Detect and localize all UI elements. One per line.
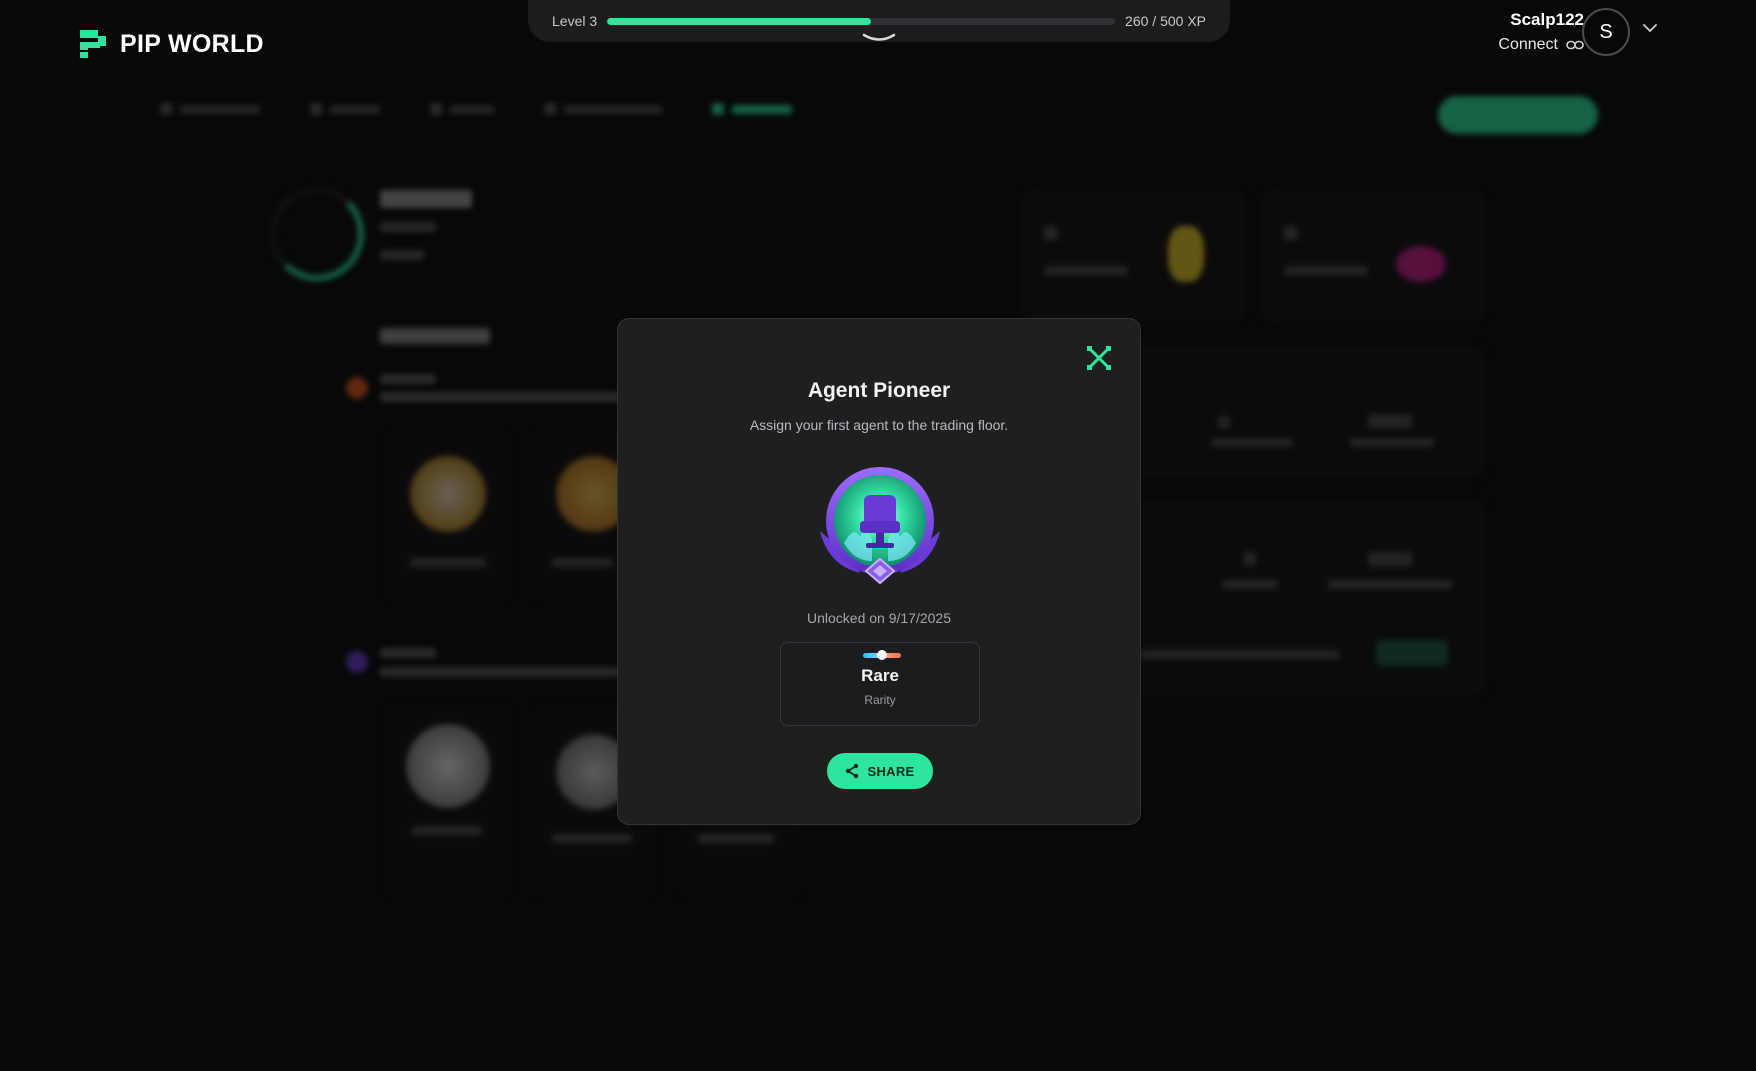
share-icon bbox=[846, 763, 859, 779]
logo[interactable]: PIP WORLD bbox=[78, 28, 264, 60]
share-button[interactable]: SHARE bbox=[827, 753, 933, 789]
xp-count: 260 / 500 XP bbox=[1125, 13, 1206, 29]
rarity-value: Rare bbox=[861, 666, 899, 685]
unlocked-date: Unlocked on 9/17/2025 bbox=[807, 610, 951, 626]
brand-name: PIP WORLD bbox=[120, 29, 264, 58]
chevron-down-icon[interactable] bbox=[1642, 22, 1658, 34]
avatar[interactable]: S bbox=[1582, 8, 1630, 56]
connect-label: Connect bbox=[1498, 36, 1558, 53]
pip-logo-icon bbox=[80, 30, 106, 58]
close-icon bbox=[1087, 346, 1111, 370]
share-label: SHARE bbox=[867, 763, 915, 779]
xp-fill bbox=[607, 17, 872, 25]
agent-chair-badge-icon bbox=[820, 467, 940, 585]
connect-wallet[interactable]: Connect bbox=[1498, 36, 1584, 54]
user-info[interactable]: Scalp122 Connect bbox=[1498, 10, 1584, 54]
rarity-indicator bbox=[877, 650, 887, 660]
xp-level-label: Level 3 bbox=[552, 13, 598, 29]
link-icon bbox=[1566, 40, 1584, 50]
username: Scalp122 bbox=[1510, 10, 1584, 29]
achievement-modal: Agent Pioneer Assign your first agent to… bbox=[617, 318, 1141, 825]
chevron-down-icon[interactable] bbox=[862, 32, 896, 44]
rarity-card: Rare Rarity bbox=[780, 642, 980, 726]
achievement-title: Agent Pioneer bbox=[807, 379, 951, 402]
xp-progress-bar[interactable]: Level 3 260 / 500 XP bbox=[528, 0, 1230, 42]
rarity-label: Rarity bbox=[864, 693, 896, 707]
close-button[interactable] bbox=[1084, 343, 1114, 373]
xp-track bbox=[607, 17, 1116, 25]
achievement-description: Assign your first agent to the trading f… bbox=[749, 417, 1009, 433]
